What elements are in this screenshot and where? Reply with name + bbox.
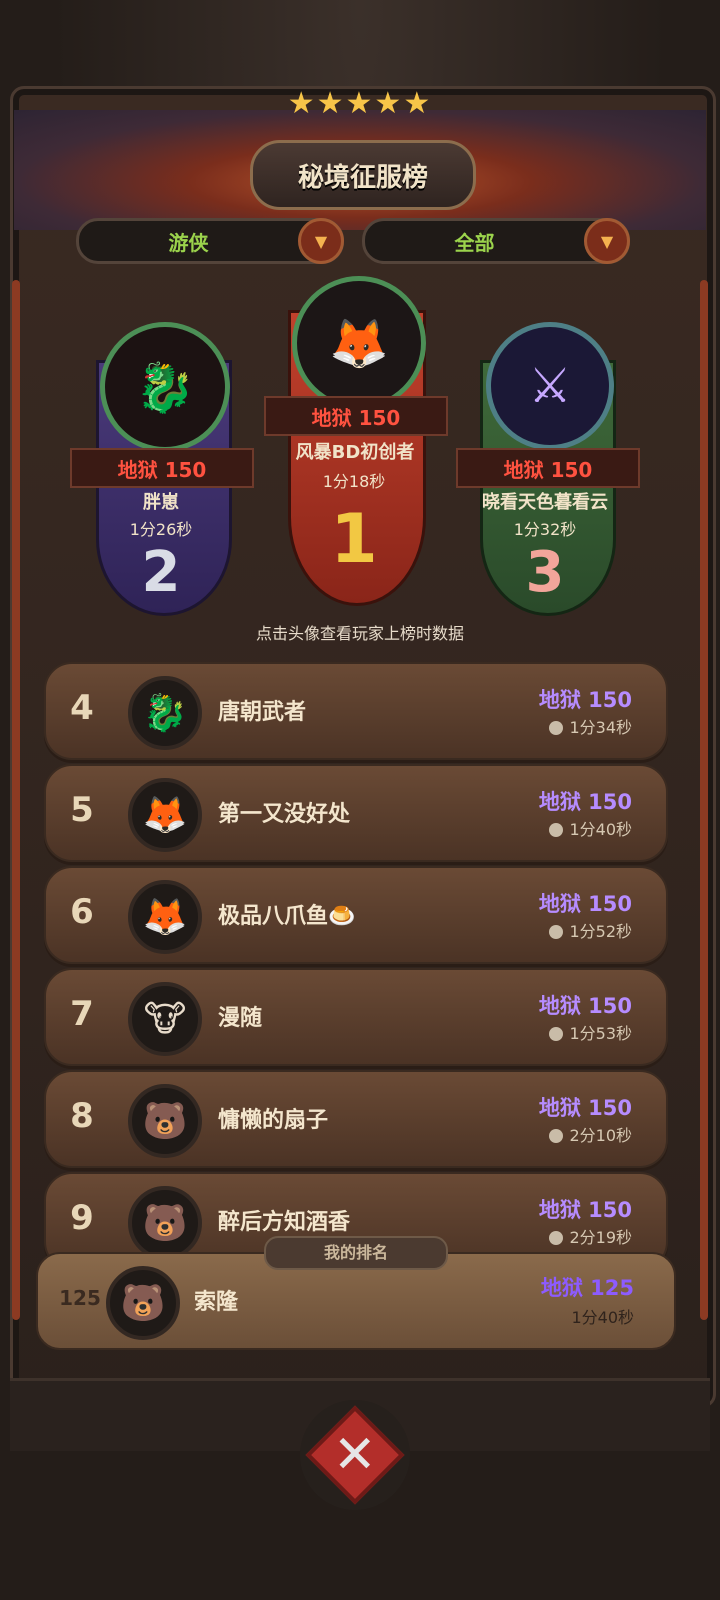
row-avatar[interactable]: 🐻 [128,1084,202,1158]
row-rank: 8 [70,1096,94,1136]
podium-place-3: 3 [525,540,565,605]
row-avatar[interactable]: 🐮 [128,982,202,1056]
table-row[interactable]: 7 🐮 漫随 地狱 150 1分53秒 [44,968,668,1066]
chevron-down-icon[interactable]: ▼ [584,218,630,264]
row-difficulty: 地狱 150 [538,994,632,1018]
table-row[interactable]: 8 🐻 慵懒的扇子 地狱 150 2分10秒 [44,1070,668,1168]
row-avatar[interactable]: 🦊 [128,778,202,852]
row-time-text: 1分53秒 [569,1024,632,1043]
my-rank-number: 125 [59,1286,101,1310]
clock-icon [549,925,564,939]
close-icon: ✕ [333,1424,377,1485]
podium-place-1: 1 [330,500,378,579]
row-time: 1分40秒 [549,816,632,840]
row-player-name: 第一又没好处 [218,802,351,827]
row-time-text: 1分52秒 [569,922,632,941]
my-time: 1分40秒 [571,1304,634,1328]
row-time-text: 2分19秒 [569,1228,632,1247]
page-title: 秘境征服榜 [250,140,476,210]
my-player-name: 索隆 [194,1290,239,1315]
row-difficulty: 地狱 150 [538,688,632,712]
table-row[interactable]: 6 🦊 极品八爪鱼🍮 地狱 150 1分52秒 [44,866,668,964]
podium-time-3: 1分32秒 [513,520,577,539]
podium-name-1: 风暴BD初创者 [295,442,415,463]
close-button[interactable]: ✕ [300,1400,410,1510]
row-rank: 9 [70,1198,94,1238]
clock-icon [549,823,564,837]
row-rank: 4 [70,688,94,728]
rating-stars-icon: ★★★★★ [287,86,433,121]
my-avatar[interactable]: 🐻 [106,1266,180,1340]
clock-icon [549,1027,564,1041]
my-rank-tag: 我的排名 [264,1236,448,1270]
avatar-hint-text: 点击头像查看玩家上榜时数据 [255,624,464,643]
chevron-down-icon[interactable]: ▼ [298,218,344,264]
row-rank: 7 [70,994,94,1034]
row-rank: 5 [70,790,94,830]
row-avatar[interactable]: 🐉 [128,676,202,750]
table-row[interactable]: 4 🐉 唐朝武者 地狱 150 1分34秒 [44,662,668,760]
close-gem-icon: ✕ [305,1405,405,1505]
class-filter-label: 游侠 [168,230,209,255]
row-time: 2分10秒 [549,1122,632,1146]
row-time: 1分53秒 [549,1020,632,1044]
right-rail [700,280,708,1320]
podium-place-2: 2 [141,540,181,605]
podium-avatar-3[interactable]: ⚔ [486,322,614,450]
my-difficulty: 地狱 125 [540,1276,634,1300]
row-player-name: 唐朝武者 [218,700,307,725]
podium-time-1: 1分18秒 [322,472,386,491]
podium-difficulty-1: 地狱 150 [264,396,448,436]
row-difficulty: 地狱 150 [538,1198,632,1222]
row-avatar[interactable]: 🦊 [128,880,202,954]
row-time: 1分34秒 [549,714,632,738]
row-player-name: 慵懒的扇子 [218,1108,329,1133]
podium-avatar-2[interactable]: 🐉 [100,322,230,452]
row-player-name: 醉后方知酒香 [218,1210,351,1235]
row-time-text: 1分40秒 [569,820,632,839]
row-difficulty: 地狱 150 [538,1096,632,1120]
class-filter-dropdown[interactable]: 游侠 ▼ [76,218,344,264]
podium-time-2: 1分26秒 [129,520,193,539]
row-difficulty: 地狱 150 [538,790,632,814]
podium-name-3: 晓看天色暮看云 [482,492,608,513]
my-time-text: 1分40秒 [571,1308,634,1327]
row-avatar[interactable]: 🐻 [128,1186,202,1260]
clock-icon [549,721,564,735]
row-difficulty: 地狱 150 [538,892,632,916]
clock-icon [549,1129,564,1143]
row-player-name: 极品八爪鱼🍮 [218,904,356,929]
row-rank: 6 [70,892,94,932]
scope-filter-dropdown[interactable]: 全部 ▼ [362,218,630,264]
podium-name-2: 胖崽 [143,492,179,513]
clock-icon [549,1231,564,1245]
row-time: 1分52秒 [549,918,632,942]
podium-avatar-1[interactable]: 🦊 [292,276,426,410]
podium-difficulty-2: 地狱 150 [70,448,254,488]
left-rail [12,280,20,1320]
row-time: 2分19秒 [549,1224,632,1248]
podium-difficulty-3: 地狱 150 [456,448,640,488]
my-rank-row[interactable]: 我的排名 125 🐻 索隆 地狱 125 1分40秒 [36,1236,676,1350]
row-time-text: 1分34秒 [569,718,632,737]
row-player-name: 漫随 [218,1006,263,1031]
table-row[interactable]: 5 🦊 第一又没好处 地狱 150 1分40秒 [44,764,668,862]
scope-filter-label: 全部 [454,230,495,255]
row-time-text: 2分10秒 [569,1126,632,1145]
